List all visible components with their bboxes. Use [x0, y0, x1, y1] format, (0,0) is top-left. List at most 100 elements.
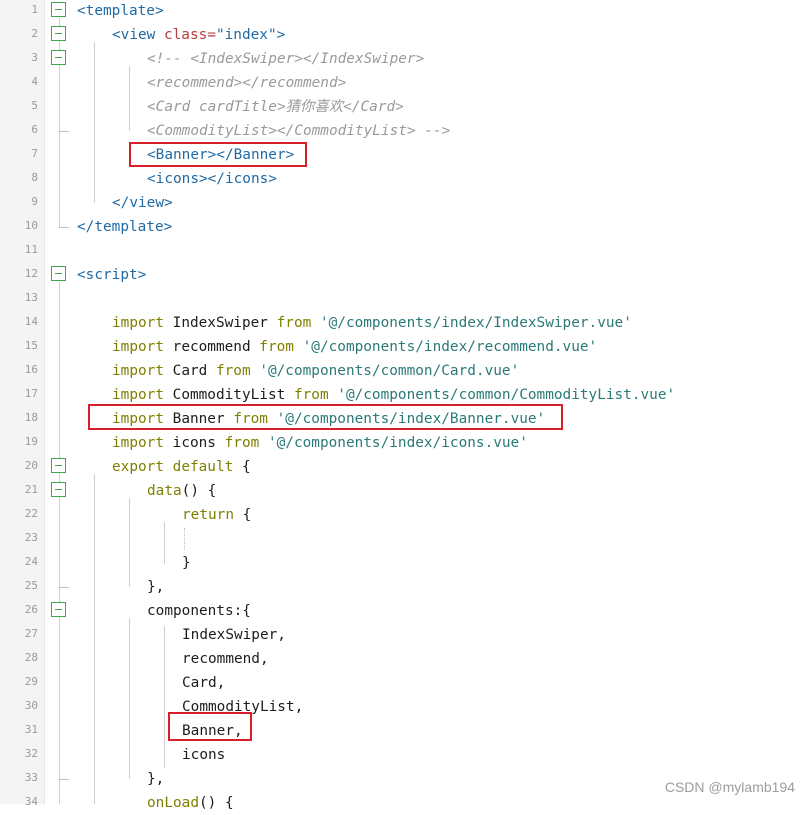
fold-collapse-icon[interactable]: [51, 602, 66, 617]
line-number: 7: [31, 147, 38, 160]
code-line-6[interactable]: 6 <CommodityList></CommodityList> -->: [0, 119, 811, 143]
code-text: export default {: [112, 457, 251, 477]
code-line-26[interactable]: 26 components:{: [0, 599, 811, 623]
code-line-32[interactable]: 32 icons: [0, 743, 811, 767]
line-number: 22: [24, 507, 38, 520]
line-number: 32: [24, 747, 38, 760]
code-token: {: [242, 507, 252, 523]
code-token: default: [172, 459, 242, 475]
line-number: 28: [24, 651, 38, 664]
fold-collapse-icon[interactable]: [51, 26, 66, 41]
code-line-31[interactable]: 31 Banner,: [0, 719, 811, 743]
code-token: '@/components/index/icons.vue': [267, 435, 528, 451]
line-number: 18: [24, 411, 38, 424]
code-line-30[interactable]: 30 CommodityList,: [0, 695, 811, 719]
code-line-9[interactable]: 9 </view>: [0, 191, 811, 215]
code-token: <view: [112, 27, 164, 43]
code-text: IndexSwiper,: [182, 625, 286, 645]
code-token: </template>: [77, 219, 173, 235]
line-number: 11: [24, 243, 38, 256]
code-text: </template>: [77, 217, 172, 237]
fold-collapse-icon[interactable]: [51, 2, 66, 17]
code-line-23[interactable]: 23: [0, 527, 811, 551]
code-text: components:{: [147, 601, 251, 621]
code-token: '@/components/common/Card.vue': [259, 363, 520, 379]
code-line-28[interactable]: 28 recommend,: [0, 647, 811, 671]
code-token: import: [112, 435, 173, 451]
fold-collapse-icon[interactable]: [51, 458, 66, 473]
line-number: 20: [24, 459, 38, 472]
line-number: 6: [31, 123, 38, 136]
line-number: 13: [24, 291, 38, 304]
code-token: import: [112, 363, 173, 379]
code-line-22[interactable]: 22 return {: [0, 503, 811, 527]
code-token: () {: [198, 795, 234, 811]
code-token: <template>: [77, 3, 164, 19]
code-text: <recommend></recommend>: [147, 73, 346, 93]
highlight-box-banner-tag: [129, 142, 307, 167]
code-line-13[interactable]: 13: [0, 287, 811, 311]
line-number: 16: [24, 363, 38, 376]
line-number: 3: [31, 51, 38, 64]
code-token: CommodityList: [172, 387, 294, 403]
code-token: icons: [182, 747, 226, 763]
line-number: 29: [24, 675, 38, 688]
code-text: <Card cardTitle>猜你喜欢</Card>: [147, 97, 404, 117]
code-line-2[interactable]: 2 <view class="index">: [0, 23, 811, 47]
code-line-14[interactable]: 14 import IndexSwiper from '@/components/…: [0, 311, 811, 335]
code-token: <recommend></recommend>: [147, 75, 347, 91]
code-line-11[interactable]: 11: [0, 239, 811, 263]
code-token: IndexSwiper,: [182, 627, 286, 643]
code-line-21[interactable]: 21 data() {: [0, 479, 811, 503]
code-text: import IndexSwiper from '@/components/in…: [112, 313, 632, 333]
code-token: data: [147, 483, 182, 499]
highlight-box-banner-component: [168, 712, 252, 741]
code-line-25[interactable]: 25},: [0, 575, 811, 599]
code-line-19[interactable]: 19 import icons from '@/components/index/…: [0, 431, 811, 455]
code-text: },: [147, 577, 164, 597]
code-text: onLoad() {: [147, 793, 234, 813]
line-number: 5: [31, 99, 38, 112]
code-line-29[interactable]: 29 Card,: [0, 671, 811, 695]
code-line-4[interactable]: 4 <recommend></recommend>: [0, 71, 811, 95]
code-line-15[interactable]: 15 import recommend from '@/components/in…: [0, 335, 811, 359]
code-token: <CommodityList></CommodityList> -->: [147, 123, 451, 139]
code-token: import: [112, 387, 173, 403]
code-token: from: [215, 363, 260, 379]
code-line-5[interactable]: 5 <Card cardTitle>猜你喜欢</Card>: [0, 95, 811, 119]
code-text: Card,: [182, 673, 225, 693]
code-text: <CommodityList></CommodityList> -->: [147, 121, 450, 141]
fold-collapse-icon[interactable]: [51, 266, 66, 281]
line-number: 25: [24, 579, 38, 592]
code-token: "index": [215, 27, 277, 43]
fold-collapse-icon[interactable]: [51, 482, 66, 497]
code-line-12[interactable]: 12 <script>: [0, 263, 811, 287]
code-token: }: [182, 555, 191, 571]
code-token: import: [112, 339, 173, 355]
code-line-8[interactable]: 8 <icons></icons>: [0, 167, 811, 191]
code-editor[interactable]: 1 <template> 2 <view class="index"> 3 <!-- <I…: [0, 0, 811, 811]
line-number: 8: [31, 171, 38, 184]
code-token: <script>: [77, 267, 147, 283]
fold-collapse-icon[interactable]: [51, 50, 66, 65]
code-token: return: [182, 507, 243, 523]
code-line-7[interactable]: 7 <Banner></Banner>: [0, 143, 811, 167]
line-number: 2: [31, 27, 38, 40]
code-line-3[interactable]: 3 <!-- <IndexSwiper></IndexSwiper>: [0, 47, 811, 71]
code-text: import CommodityList from '@/components/…: [112, 385, 675, 405]
code-text: import icons from '@/components/index/ic…: [112, 433, 528, 453]
line-number: 24: [24, 555, 38, 568]
code-line-24[interactable]: 24}: [0, 551, 811, 575]
code-line-1[interactable]: 1 <template>: [0, 0, 811, 23]
code-line-10[interactable]: 10 </template>: [0, 215, 811, 239]
code-line-20[interactable]: 20 export default {: [0, 455, 811, 479]
code-token: recommend: [172, 339, 260, 355]
code-token: '@/components/common/CommodityList.vue': [337, 387, 676, 403]
code-token: () {: [181, 483, 217, 499]
code-line-27[interactable]: 27 IndexSwiper,: [0, 623, 811, 647]
code-text: return {: [182, 505, 251, 525]
line-number: 30: [24, 699, 38, 712]
code-token: },: [147, 771, 165, 787]
line-number: 12: [24, 267, 38, 280]
code-line-16[interactable]: 16 import Card from '@/components/common/…: [0, 359, 811, 383]
